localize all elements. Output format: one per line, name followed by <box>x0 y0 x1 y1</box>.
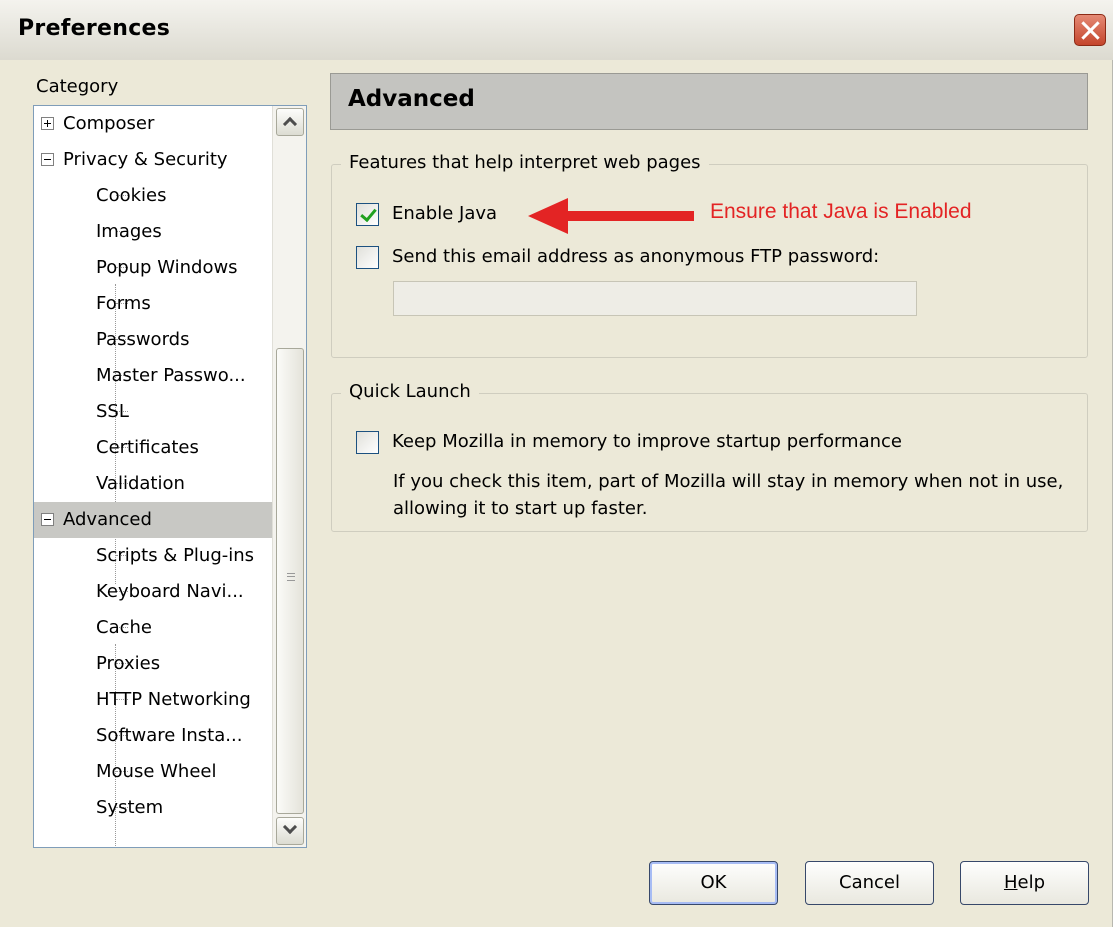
tree-item-passwords[interactable]: Passwords <box>34 322 272 358</box>
tree-item-system[interactable]: System <box>34 790 272 826</box>
tree-item-composer[interactable]: Composer <box>34 106 272 142</box>
ok-button[interactable]: OK <box>649 861 778 905</box>
tree-item-label: SSL <box>96 401 129 422</box>
tree-item-label: Cookies <box>96 185 167 206</box>
tree-item-label: Images <box>96 221 162 242</box>
tree-item-cookies[interactable]: Cookies <box>34 178 272 214</box>
expand-icon[interactable] <box>41 117 54 130</box>
tree-item-popup-windows[interactable]: Popup Windows <box>34 250 272 286</box>
chevron-up-icon <box>282 116 298 132</box>
tree-item-scripts-plug-ins[interactable]: Scripts & Plug-ins <box>34 538 272 574</box>
tree-item-mouse-wheel[interactable]: Mouse Wheel <box>34 754 272 790</box>
tree-item-forms[interactable]: Forms <box>34 286 272 322</box>
tree-item-label: System <box>96 797 164 818</box>
ftp-password-label[interactable]: Send this email address as anonymous FTP… <box>392 246 879 267</box>
collapse-icon[interactable] <box>41 153 54 166</box>
tree-item-keyboard-navi[interactable]: Keyboard Navi... <box>34 574 272 610</box>
tree-item-label: Advanced <box>63 509 152 530</box>
tree-item-validation[interactable]: Validation <box>34 466 272 502</box>
chevron-down-icon <box>282 819 298 835</box>
close-button[interactable] <box>1074 14 1106 46</box>
cancel-button[interactable]: Cancel <box>805 861 934 905</box>
tree-item-label: Passwords <box>96 329 190 350</box>
tree-item-software-insta[interactable]: Software Insta... <box>34 718 272 754</box>
ftp-email-input[interactable] <box>393 281 917 316</box>
tree-item-label: Cache <box>96 617 152 638</box>
features-legend: Features that help interpret web pages <box>341 152 709 173</box>
help-button[interactable]: Help <box>960 861 1089 905</box>
category-label: Category <box>36 76 119 97</box>
tree-item-images[interactable]: Images <box>34 214 272 250</box>
tree-item-master-passwo[interactable]: Master Passwo... <box>34 358 272 394</box>
grip-icon <box>287 573 295 581</box>
section-header: Advanced <box>330 73 1088 130</box>
quick-launch-legend: Quick Launch <box>341 381 479 402</box>
tree-item-label: HTTP Networking <box>96 689 251 710</box>
collapse-icon[interactable] <box>41 513 54 526</box>
tree-item-privacy-security[interactable]: Privacy & Security <box>34 142 272 178</box>
tree-item-label: Privacy & Security <box>63 149 228 170</box>
tree-item-label: Forms <box>96 293 151 314</box>
tree-item-http-networking[interactable]: HTTP Networking <box>34 682 272 718</box>
ftp-password-checkbox[interactable] <box>356 246 379 269</box>
tree-item-label: Certificates <box>96 437 199 458</box>
tree-item-label: Master Passwo... <box>96 365 246 386</box>
title-bar: Preferences <box>0 0 1113 60</box>
scroll-up-button[interactable] <box>276 108 304 136</box>
tree-item-label: Composer <box>63 113 155 134</box>
keep-in-memory-checkbox[interactable] <box>356 431 379 454</box>
tree-item-proxies[interactable]: Proxies <box>34 646 272 682</box>
tree-item-label: Software Insta... <box>96 725 243 746</box>
red-arrow-left-icon <box>528 198 694 234</box>
tree-item-ssl[interactable]: SSL <box>34 394 272 430</box>
section-title: Advanced <box>348 86 475 112</box>
tree-item-label: Keyboard Navi... <box>96 581 244 602</box>
tree-item-label: Mouse Wheel <box>96 761 217 782</box>
scroll-down-button[interactable] <box>276 817 304 845</box>
tree-item-advanced[interactable]: Advanced <box>34 502 272 538</box>
tree-item-certificates[interactable]: Certificates <box>34 430 272 466</box>
category-tree[interactable]: Composer Privacy & Security Cookies Images P… <box>33 105 307 848</box>
tree-item-label: Proxies <box>96 653 161 674</box>
tree-scrollbar[interactable] <box>272 106 306 847</box>
window-title: Preferences <box>18 16 171 41</box>
tree-item-cache[interactable]: Cache <box>34 610 272 646</box>
enable-java-checkbox[interactable] <box>356 203 379 226</box>
annotation-text: Ensure that Java is Enabled <box>710 200 972 223</box>
preferences-dialog: Preferences Category Composer Privacy & S… <box>0 0 1113 927</box>
tree-item-label: Validation <box>96 473 185 494</box>
quick-launch-help-text: If you check this item, part of Mozilla … <box>393 471 1064 519</box>
enable-java-label[interactable]: Enable Java <box>392 203 497 224</box>
tree-item-label: Scripts & Plug-ins <box>96 545 255 566</box>
tree-item-label: Popup Windows <box>96 257 238 278</box>
scrollbar-thumb[interactable] <box>276 348 304 814</box>
keep-in-memory-label[interactable]: Keep Mozilla in memory to improve startu… <box>392 431 902 452</box>
